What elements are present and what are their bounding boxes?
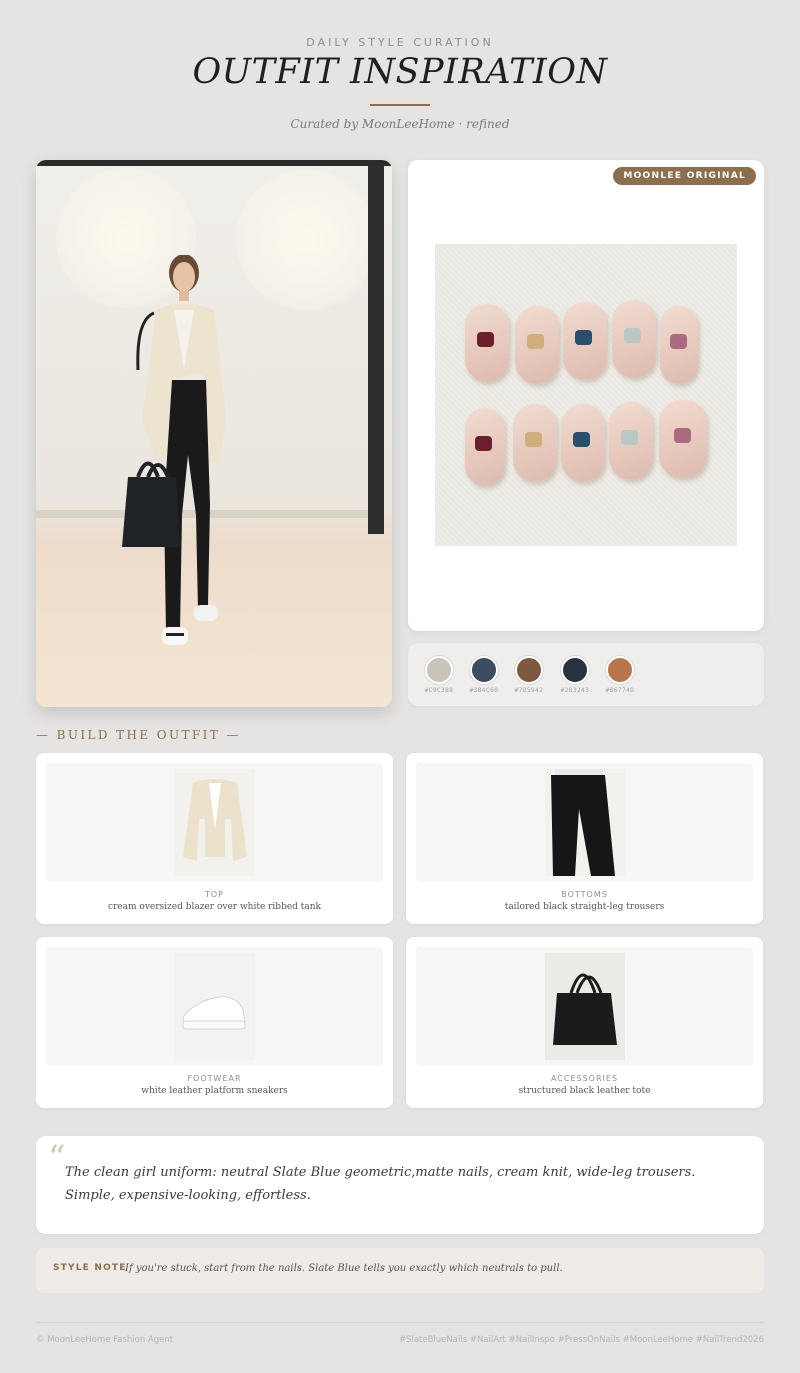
piece-category: TOP	[204, 890, 224, 899]
trousers-image	[545, 769, 625, 876]
swatch-hex-label: #283243	[560, 687, 590, 694]
piece-description: tailored black straight-leg trousers	[504, 902, 665, 912]
outfit-piece-card: BOTTOMS tailored black straight-leg trou…	[406, 753, 763, 924]
piece-category: BOTTOMS	[561, 890, 608, 899]
blazer-image	[175, 769, 255, 876]
original-badge: MOONLEE ORIGINAL	[613, 167, 756, 185]
piece-description: white leather platform sneakers	[141, 1086, 288, 1096]
style-note: STYLE NOTE If you're stuck, start from t…	[36, 1248, 764, 1293]
nail-accent	[575, 330, 592, 345]
outfit-photo	[36, 160, 392, 707]
piece-description: structured black leather tote	[518, 1086, 651, 1096]
nail-accent	[477, 332, 494, 347]
press-on-nail	[561, 404, 605, 482]
quote-mark-icon: “	[48, 1138, 66, 1178]
page-subtitle: Curated by MoonLeeHome · refined	[290, 117, 510, 131]
quote-text: The clean girl uniform: neutral Slate Bl…	[65, 1165, 696, 1203]
section-heading: — BUILD THE OUTFIT —	[36, 728, 241, 742]
press-on-nail	[660, 306, 698, 384]
press-on-nail	[465, 304, 509, 382]
press-on-nail	[465, 408, 505, 486]
nail-accent	[621, 430, 638, 445]
press-on-nail	[659, 400, 707, 478]
outfit-piece-card: ACCESSORIES structured black leather tot…	[406, 937, 763, 1108]
swatch-hex-label: #7D5942	[514, 687, 544, 694]
color-swatch	[470, 656, 498, 684]
piece-image-area	[416, 947, 753, 1066]
eyebrow-label: DAILY STYLE CURATION	[306, 36, 494, 49]
piece-image-area	[46, 763, 383, 882]
nail-set-photo	[435, 244, 737, 546]
color-palette: #C9C3B8 #3B4C60 #7D5942 #283243 #B6774D	[408, 643, 764, 706]
footer-divider	[36, 1322, 764, 1323]
style-note-text: If you're stuck, start from the nails. S…	[125, 1263, 563, 1274]
press-on-nail	[513, 404, 557, 482]
piece-image-area	[416, 763, 753, 882]
piece-description: cream oversized blazer over white ribbed…	[107, 902, 322, 912]
piece-category: FOOTWEAR	[187, 1074, 242, 1083]
swatch-hex-label: #B6774D	[605, 687, 635, 694]
press-on-nail	[563, 302, 607, 380]
swatch-hex-label: #3B4C60	[469, 687, 499, 694]
page-title: OUTFIT INSPIRATION	[192, 52, 608, 92]
nail-accent	[670, 334, 687, 349]
title-divider	[370, 104, 430, 106]
nail-accent	[624, 328, 641, 343]
color-swatch	[425, 656, 453, 684]
nail-accent	[527, 334, 544, 349]
nail-accent	[573, 432, 590, 447]
piece-category: ACCESSORIES	[550, 1074, 619, 1083]
color-swatch	[515, 656, 543, 684]
press-on-nail	[515, 306, 559, 384]
nail-accent	[525, 432, 542, 447]
color-swatch	[561, 656, 589, 684]
press-on-nail	[612, 300, 656, 378]
nail-accent	[475, 436, 492, 451]
tote-image	[545, 953, 625, 1060]
photo-ceiling	[36, 160, 392, 166]
outfit-piece-card: TOP cream oversized blazer over white ri…	[36, 753, 393, 924]
style-note-label: STYLE NOTE	[53, 1263, 127, 1273]
model-figure	[122, 255, 226, 645]
color-swatch	[606, 656, 634, 684]
piece-image-area	[46, 947, 383, 1066]
swatch-hex-label: #C9C3B8	[424, 687, 454, 694]
quote-card: “ The clean girl uniform: neutral Slate …	[36, 1136, 764, 1234]
outfit-piece-card: FOOTWEAR white leather platform sneakers	[36, 937, 393, 1108]
footer-credit: © MoonLeeHome Fashion Agent	[36, 1335, 174, 1345]
footer-hashtags: #SlateBlueNails #NailArt #NailInspo #Pre…	[398, 1335, 764, 1345]
photo-pillar	[368, 166, 384, 534]
nail-product-card: MOONLEE ORIGINAL	[408, 160, 764, 631]
press-on-nail	[609, 402, 653, 480]
nail-accent	[674, 428, 691, 443]
sneakers-image	[175, 953, 255, 1060]
